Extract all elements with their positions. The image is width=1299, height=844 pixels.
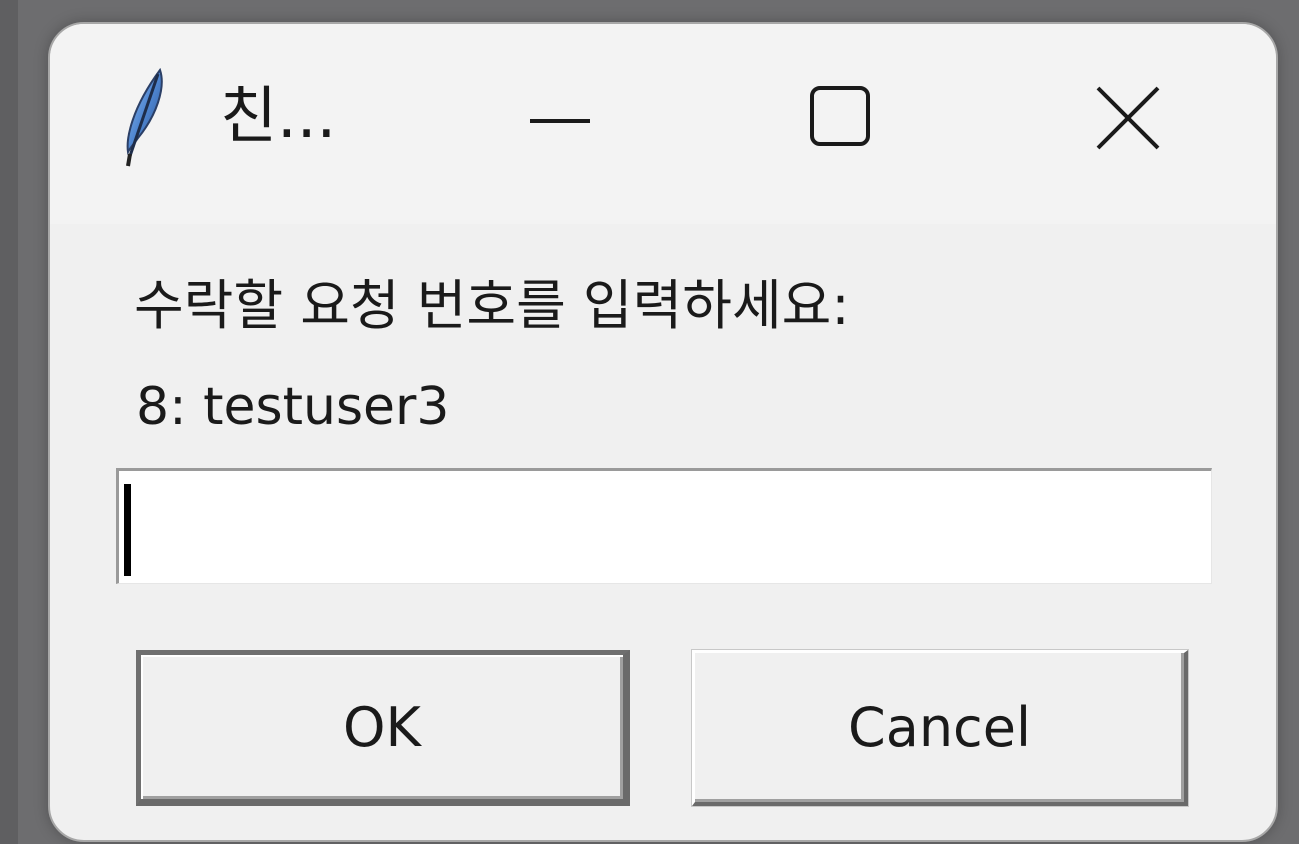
window-title: 친... bbox=[220, 79, 337, 152]
prompt-detail: 8: testuser3 bbox=[136, 377, 450, 437]
ok-button[interactable]: OK bbox=[136, 650, 630, 806]
minimize-button[interactable] bbox=[500, 64, 620, 174]
text-caret bbox=[124, 484, 131, 576]
desktop-edge bbox=[0, 0, 18, 844]
close-icon bbox=[1096, 86, 1160, 150]
feather-icon bbox=[122, 67, 166, 168]
maximize-icon bbox=[810, 86, 870, 146]
minimize-icon bbox=[530, 119, 590, 123]
close-button[interactable] bbox=[1066, 64, 1186, 174]
dialog-window: 친... 수락할 요청 번호를 입력하세요: 8: testuser3 OK C… bbox=[48, 22, 1278, 842]
title-bar[interactable]: 친... bbox=[50, 24, 1276, 224]
request-number-input[interactable] bbox=[116, 468, 1212, 584]
prompt-label: 수락할 요청 번호를 입력하세요: bbox=[134, 274, 850, 337]
desktop-background: 친... 수락할 요청 번호를 입력하세요: 8: testuser3 OK C… bbox=[0, 0, 1299, 844]
maximize-button[interactable] bbox=[780, 64, 900, 174]
cancel-button[interactable]: Cancel bbox=[692, 650, 1188, 806]
